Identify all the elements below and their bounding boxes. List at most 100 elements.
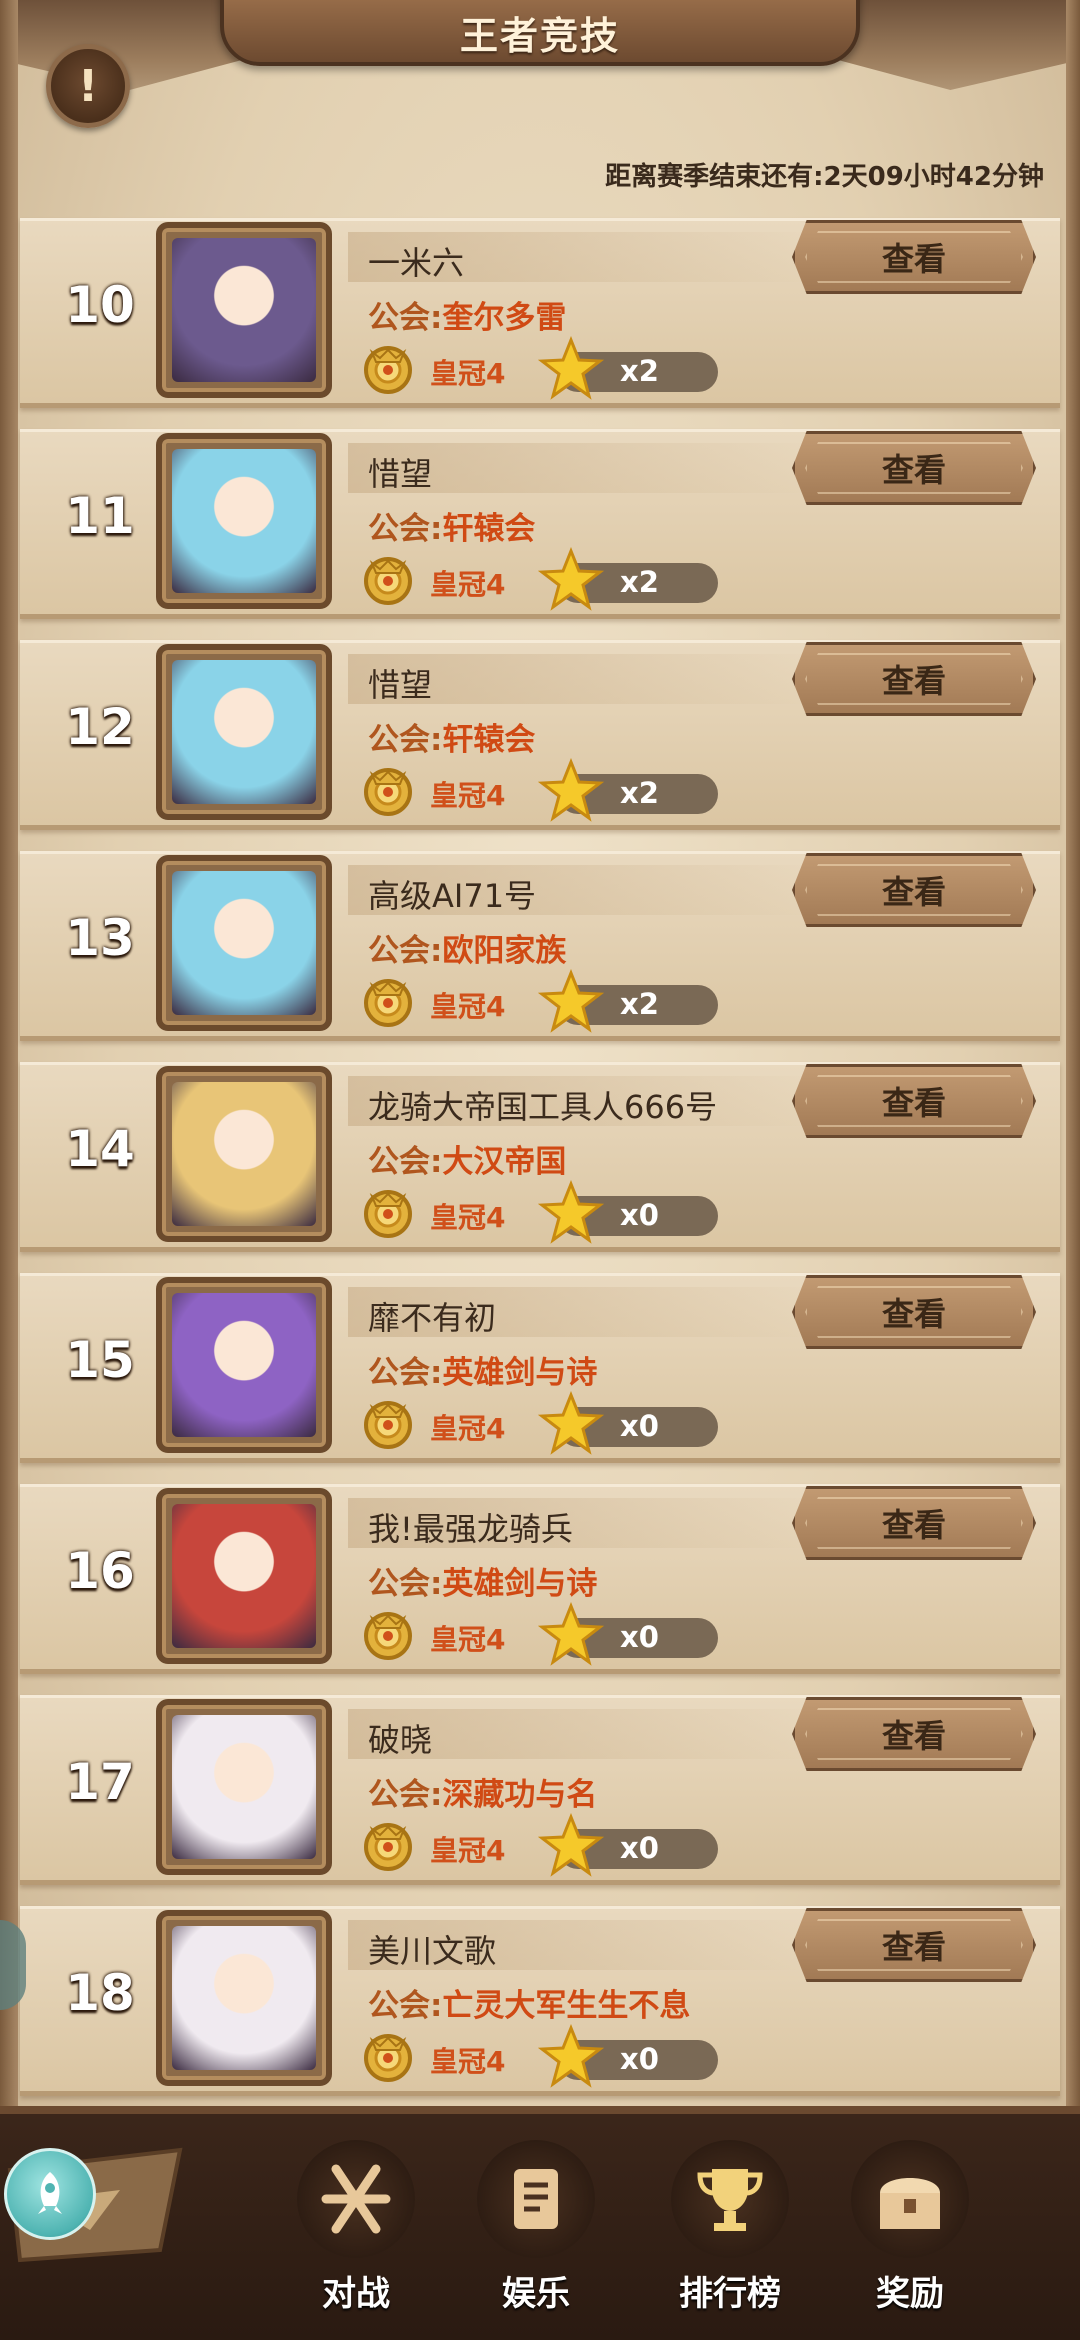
nav-label: 奖励 xyxy=(876,2274,944,2314)
rank-number: 18 xyxy=(65,1964,135,2022)
view-button-label: 查看 xyxy=(881,451,946,489)
crown-medal-icon xyxy=(360,2030,416,2086)
star-count: x2 xyxy=(620,354,659,388)
trophy-icon xyxy=(671,2140,789,2258)
star-icon xyxy=(537,546,605,613)
avatar[interactable] xyxy=(156,1488,332,1664)
guild-name: 轩辕会 xyxy=(442,722,536,758)
star-count: x0 xyxy=(620,1198,659,1232)
exclamation-icon: ! xyxy=(77,60,99,112)
guild-label: 公会: xyxy=(368,722,443,758)
rocket-icon xyxy=(38,2172,62,2214)
view-button[interactable]: 查看 xyxy=(792,1486,1036,1560)
avatar[interactable] xyxy=(156,644,332,820)
rank-row: 10 一米六 公会:奎尔多雷 皇冠4 x2 查看 xyxy=(20,212,1060,423)
star-icon xyxy=(537,1390,605,1457)
avatar[interactable] xyxy=(156,222,332,398)
nav-item-trophy[interactable]: 排行榜 xyxy=(660,2140,800,2330)
rank-number: 15 xyxy=(65,1331,135,1389)
guild-line: 公会:英雄剑与诗 xyxy=(368,1558,597,1603)
rank-number: 12 xyxy=(65,698,135,756)
view-button-label: 查看 xyxy=(881,240,946,278)
star-count: x0 xyxy=(620,2042,659,2076)
guild-name: 大汉帝国 xyxy=(442,1144,567,1180)
player-name: 破晓 xyxy=(368,1721,433,1759)
guild-label: 公会: xyxy=(368,1988,443,2024)
star-icon xyxy=(537,335,605,402)
rank-number: 11 xyxy=(65,487,135,545)
player-name: 我!最强龙骑兵 xyxy=(368,1510,573,1548)
avatar[interactable] xyxy=(156,1277,332,1453)
info-button[interactable]: ! xyxy=(46,44,130,128)
nav-item-treasure-chest[interactable]: 奖励 xyxy=(840,2140,980,2330)
view-button[interactable]: 查看 xyxy=(792,1697,1036,1771)
rank-tier: 皇冠4 xyxy=(430,568,506,601)
guild-label: 公会: xyxy=(368,1566,443,1602)
player-name: 龙骑大帝国工具人666号 xyxy=(368,1088,718,1126)
player-name: 一米六 xyxy=(368,244,465,282)
guild-label: 公会: xyxy=(368,1144,443,1180)
rank-row: 12 惜望 公会:轩辕会 皇冠4 x2 查看 xyxy=(20,634,1060,845)
rank-row: 17 破晓 公会:深藏功与名 皇冠4 x0 查看 xyxy=(20,1689,1060,1900)
white-haired-demon-girl-portrait xyxy=(172,1926,316,2070)
guild-label: 公会: xyxy=(368,511,443,547)
rank-number: 17 xyxy=(65,1753,135,1811)
rank-tier: 皇冠4 xyxy=(430,2045,506,2078)
guild-line: 公会:深藏功与名 xyxy=(368,1769,597,1814)
avatar[interactable] xyxy=(156,433,332,609)
avatar[interactable] xyxy=(156,1699,332,1875)
rank-row: 11 惜望 公会:轩辕会 皇冠4 x2 查看 xyxy=(20,423,1060,634)
ranking-list: 10 一米六 公会:奎尔多雷 皇冠4 x2 查看 11 惜望 公会:轩辕会 皇冠… xyxy=(20,212,1060,2111)
player-name: 惜望 xyxy=(368,455,433,493)
view-button[interactable]: 查看 xyxy=(792,853,1036,927)
view-button[interactable]: 查看 xyxy=(792,1908,1036,1982)
guild-name: 英雄剑与诗 xyxy=(442,1355,598,1391)
guild-name: 英雄剑与诗 xyxy=(442,1566,598,1602)
guild-name: 亡灵大军生生不息 xyxy=(442,1988,691,2024)
rank-tier: 皇冠4 xyxy=(430,357,506,390)
avatar[interactable] xyxy=(156,1066,332,1242)
rank-row: 14 龙骑大帝国工具人666号 公会:大汉帝国 皇冠4 x0 查看 xyxy=(20,1056,1060,1267)
crown-medal-icon xyxy=(360,764,416,820)
view-button[interactable]: 查看 xyxy=(792,220,1036,294)
rank-number: 10 xyxy=(65,276,135,334)
star-icon xyxy=(537,2023,605,2090)
battle-icon xyxy=(297,2140,415,2258)
guild-name: 轩辕会 xyxy=(442,511,536,547)
season-timer-label: 距离赛季结束还有: xyxy=(605,162,824,192)
crown-medal-icon xyxy=(360,1819,416,1875)
crown-medal-icon xyxy=(360,1186,416,1242)
star-count: x2 xyxy=(620,776,659,810)
rank-row: 13 高级AI71号 公会:欧阳家族 皇冠4 x2 查看 xyxy=(20,845,1060,1056)
rank-tier: 皇冠4 xyxy=(430,990,506,1023)
guild-line: 公会:轩辕会 xyxy=(368,714,535,759)
view-button[interactable]: 查看 xyxy=(792,431,1036,505)
guild-label: 公会: xyxy=(368,1355,443,1391)
nav-item-scroll[interactable]: 娱乐 xyxy=(466,2140,606,2330)
guild-line: 公会:大汉帝国 xyxy=(368,1136,566,1181)
view-button[interactable]: 查看 xyxy=(792,642,1036,716)
dark-elf-sorceress-portrait xyxy=(172,238,316,382)
rank-row: 18 美川文歌 公会:亡灵大军生生不息 皇冠4 x0 查看 xyxy=(20,1900,1060,2111)
guild-name: 奎尔多雷 xyxy=(442,300,567,336)
nav-item-battle[interactable]: 对战 xyxy=(286,2140,426,2330)
nav-label: 娱乐 xyxy=(502,2274,570,2314)
star-count: x2 xyxy=(620,565,659,599)
rocket-button[interactable] xyxy=(4,2148,96,2240)
guild-label: 公会: xyxy=(368,933,443,969)
view-button-label: 查看 xyxy=(881,1084,946,1122)
star-count: x0 xyxy=(620,1409,659,1443)
view-button[interactable]: 查看 xyxy=(792,1275,1036,1349)
guild-label: 公会: xyxy=(368,300,443,336)
rank-row: 16 我!最强龙骑兵 公会:英雄剑与诗 皇冠4 x0 查看 xyxy=(20,1478,1060,1689)
player-name: 高级AI71号 xyxy=(368,877,537,915)
avatar[interactable] xyxy=(156,855,332,1031)
nav-label: 对战 xyxy=(322,2274,390,2314)
view-button[interactable]: 查看 xyxy=(792,1064,1036,1138)
blue-haired-girl-portrait xyxy=(172,660,316,804)
rank-number: 14 xyxy=(65,1120,135,1178)
left-frame-rail xyxy=(0,0,18,2110)
side-tab[interactable] xyxy=(0,1920,26,2010)
right-frame-rail xyxy=(1066,0,1080,2110)
avatar[interactable] xyxy=(156,1910,332,2086)
